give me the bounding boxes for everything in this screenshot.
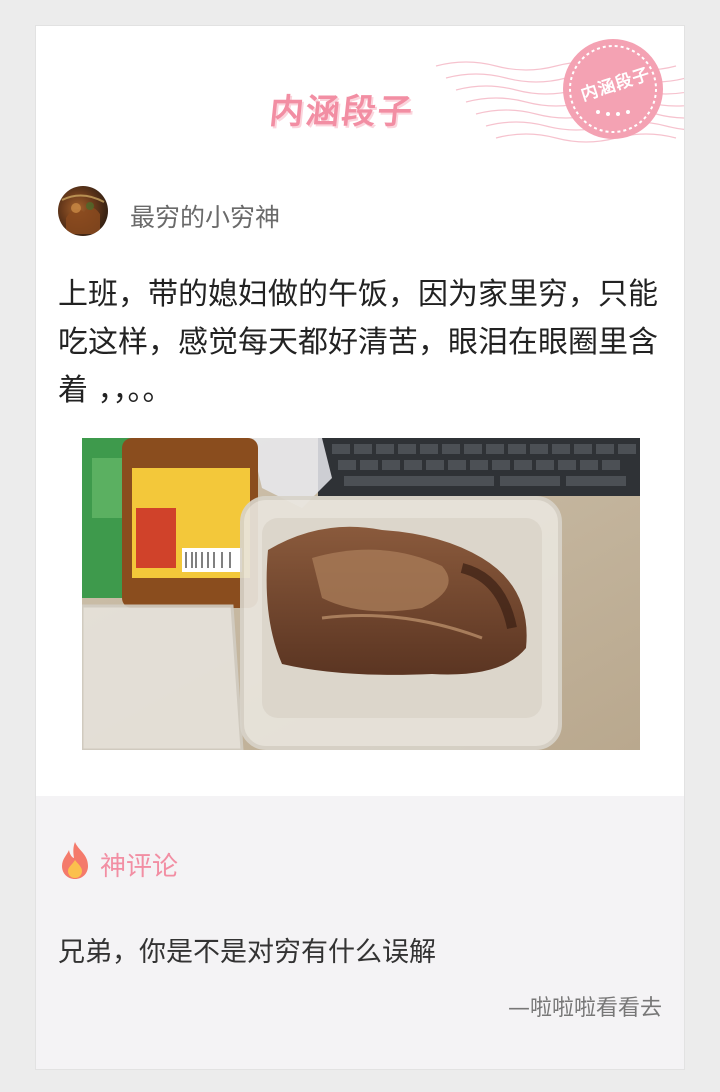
hot-comment-section: 神评论 兄弟，你是不是对穷有什么误解 —啦啦啦看看去 xyxy=(36,796,684,1069)
avatar-image-icon xyxy=(61,194,105,234)
comment-section-label: 神评论 xyxy=(100,852,179,882)
author-name[interactable]: 最穷的小穷神 xyxy=(130,198,280,234)
post-photo[interactable] xyxy=(82,438,640,750)
brand-banner: 内涵段子 内涵段子 xyxy=(36,26,684,176)
post-text: 上班，带的媳妇做的午饭，因为家里穷，只能吃这样，感觉每天都好清苦，眼泪在眼圈里含… xyxy=(58,277,658,408)
brand-logo-text: 内涵段子 xyxy=(267,92,416,132)
comment-signature[interactable]: —啦啦啦看看去 xyxy=(508,990,662,1022)
fire-icon xyxy=(62,842,88,879)
post-card: 内涵段子 内涵段子 最穷的小穷神 上班，带的媳妇做的午饭，因为家里穷，只能吃这样… xyxy=(35,25,685,1070)
comment-text: 兄弟，你是不是对穷有什么误解 xyxy=(58,937,436,968)
photo-food-box-icon xyxy=(82,438,640,750)
avatar[interactable] xyxy=(58,186,108,236)
